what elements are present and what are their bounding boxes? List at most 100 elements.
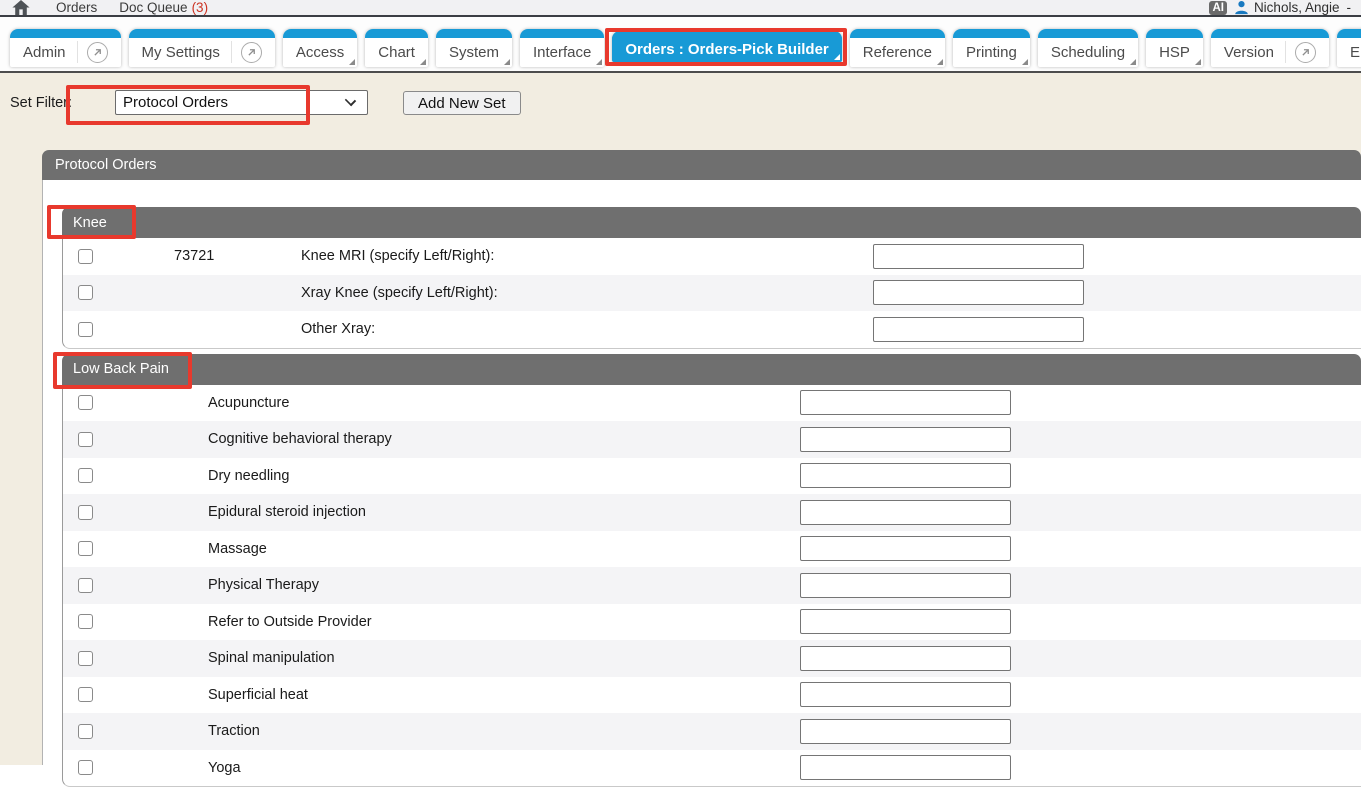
order-row: 73721 Knee MRI (specify Left/Right): (63, 238, 1361, 275)
order-label: Refer to Outside Provider (208, 614, 800, 630)
user-name[interactable]: Nichols, Angie (1254, 0, 1340, 15)
order-checkbox[interactable] (78, 505, 93, 520)
top-bar: Orders Doc Queue (3) AI Nichols, Angie - (0, 0, 1361, 17)
set-filter-select-wrap: Protocol Orders (115, 90, 368, 115)
tab-admin[interactable]: Admin (10, 29, 121, 67)
order-checkbox[interactable] (78, 249, 93, 264)
doc-queue-link[interactable]: Doc Queue (119, 0, 187, 15)
section-low-back-pain: Low Back Pain Acupuncture Cognitive beha… (62, 354, 1361, 787)
tab-access[interactable]: Access (283, 29, 357, 67)
doc-queue-count: (3) (192, 0, 209, 15)
order-detail-input[interactable] (873, 280, 1084, 305)
order-detail-input[interactable] (800, 390, 1011, 415)
order-row: Cognitive behavioral therapy (63, 421, 1361, 458)
order-row: Refer to Outside Provider (63, 604, 1361, 641)
order-code: 73721 (174, 248, 301, 264)
order-detail-input[interactable] (873, 317, 1084, 342)
order-label: Epidural steroid injection (208, 504, 800, 520)
order-detail-input[interactable] (800, 573, 1011, 598)
order-checkbox[interactable] (78, 322, 93, 337)
order-label: Spinal manipulation (208, 650, 800, 666)
order-label: Massage (208, 541, 800, 557)
user-name-suffix: - (1347, 0, 1352, 15)
order-label: Cognitive behavioral therapy (208, 431, 800, 447)
filter-bar: Set Filter: Protocol Orders Add New Set (0, 75, 1361, 150)
tab-scheduling[interactable]: Scheduling (1038, 29, 1138, 67)
order-row: Traction (63, 713, 1361, 750)
set-filter-select[interactable]: Protocol Orders (115, 90, 368, 115)
order-label: Acupuncture (208, 395, 800, 411)
set-filter-label: Set Filter: (10, 95, 72, 111)
admin-tab-strip: Admin My Settings Access Chart System In… (0, 17, 1361, 73)
order-checkbox[interactable] (78, 687, 93, 702)
section-header: Knee (62, 207, 1361, 238)
section-body: Acupuncture Cognitive behavioral therapy… (62, 385, 1361, 787)
tab-chart[interactable]: Chart (365, 29, 428, 67)
order-row: Other Xray: (63, 311, 1361, 348)
order-checkbox[interactable] (78, 541, 93, 556)
order-checkbox[interactable] (78, 578, 93, 593)
order-label: Yoga (208, 760, 800, 776)
section-body: 73721 Knee MRI (specify Left/Right): Xra… (62, 238, 1361, 349)
section-title: Low Back Pain (73, 361, 169, 377)
order-detail-input[interactable] (800, 500, 1011, 525)
order-label: Xray Knee (specify Left/Right): (301, 285, 873, 301)
order-row: Dry needling (63, 458, 1361, 495)
tab-interface[interactable]: Interface (520, 29, 604, 67)
user-icon (1234, 0, 1249, 15)
order-row: Physical Therapy (63, 567, 1361, 604)
order-detail-input[interactable] (800, 755, 1011, 780)
order-row: Yoga (63, 750, 1361, 787)
order-detail-input[interactable] (800, 609, 1011, 634)
order-checkbox[interactable] (78, 432, 93, 447)
order-checkbox[interactable] (78, 468, 93, 483)
order-checkbox[interactable] (78, 651, 93, 666)
section-knee: Knee 73721 Knee MRI (specify Left/Right)… (62, 207, 1361, 349)
popout-icon[interactable] (87, 42, 108, 63)
section-title: Knee (73, 215, 107, 231)
protocol-orders-panel: Protocol Orders Knee 73721 Knee MRI (spe… (42, 150, 1361, 765)
order-label: Traction (208, 723, 800, 739)
tab-reference[interactable]: Reference (850, 29, 945, 67)
order-checkbox[interactable] (78, 760, 93, 775)
panel-header: Protocol Orders (42, 150, 1361, 180)
panel-title: Protocol Orders (55, 157, 157, 173)
add-new-set-button[interactable]: Add New Set (403, 91, 521, 115)
order-checkbox[interactable] (78, 614, 93, 629)
order-row: Acupuncture (63, 385, 1361, 422)
top-bar-user-area: AI Nichols, Angie - (1209, 0, 1351, 15)
order-label: Superficial heat (208, 687, 800, 703)
order-label: Knee MRI (specify Left/Right): (301, 248, 873, 264)
order-detail-input[interactable] (873, 244, 1084, 269)
orders-link[interactable]: Orders (56, 0, 97, 15)
order-label: Physical Therapy (208, 577, 800, 593)
order-checkbox[interactable] (78, 724, 93, 739)
popout-icon[interactable] (1295, 42, 1316, 63)
order-row: Epidural steroid injection (63, 494, 1361, 531)
order-label: Other Xray: (301, 321, 873, 337)
tab-printing[interactable]: Printing (953, 29, 1030, 67)
order-row: Massage (63, 531, 1361, 568)
ai-badge[interactable]: AI (1209, 1, 1227, 15)
tab-version[interactable]: Version (1211, 29, 1329, 67)
order-checkbox[interactable] (78, 285, 93, 300)
order-detail-input[interactable] (800, 682, 1011, 707)
order-detail-input[interactable] (800, 646, 1011, 671)
home-icon[interactable] (12, 0, 30, 15)
tab-orders-pick-builder-active[interactable]: Orders : Orders-Pick Builder (612, 31, 841, 62)
tab-employer-organizations[interactable]: Employer Organizations (1337, 29, 1361, 67)
section-header: Low Back Pain (62, 354, 1361, 385)
order-detail-input[interactable] (800, 536, 1011, 561)
order-checkbox[interactable] (78, 395, 93, 410)
order-detail-input[interactable] (800, 719, 1011, 744)
order-label: Dry needling (208, 468, 800, 484)
order-row: Superficial heat (63, 677, 1361, 714)
order-detail-input[interactable] (800, 463, 1011, 488)
popout-icon[interactable] (241, 42, 262, 63)
panel-body: Knee 73721 Knee MRI (specify Left/Right)… (42, 180, 1361, 765)
order-row: Xray Knee (specify Left/Right): (63, 275, 1361, 312)
order-detail-input[interactable] (800, 427, 1011, 452)
tab-system[interactable]: System (436, 29, 512, 67)
tab-hsp[interactable]: HSP (1146, 29, 1203, 67)
tab-my-settings[interactable]: My Settings (129, 29, 275, 67)
